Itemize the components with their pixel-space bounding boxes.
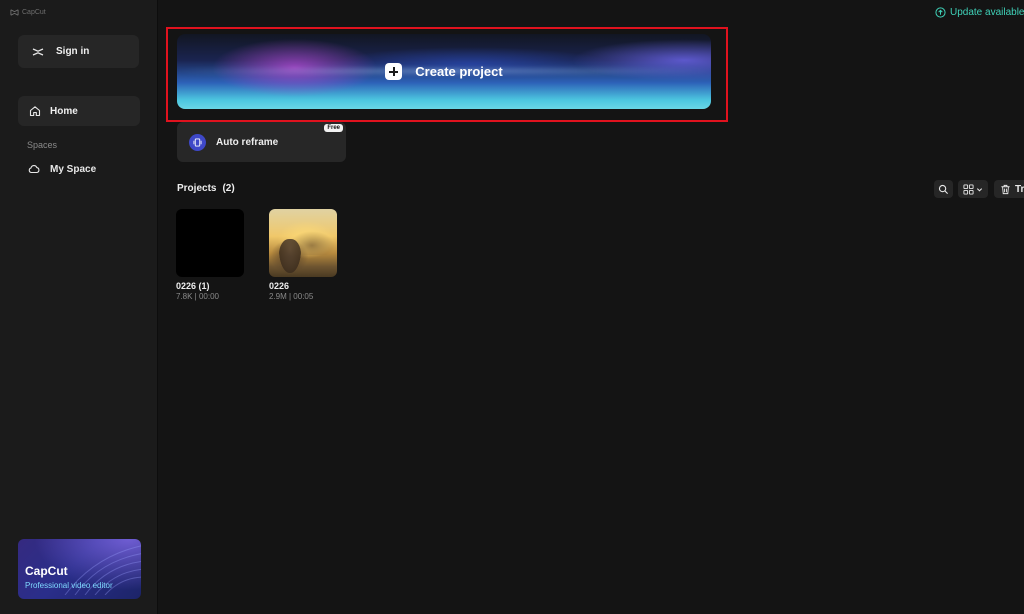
spaces-heading: Spaces [27, 140, 58, 150]
trash-button[interactable]: Tr [994, 180, 1024, 198]
reframe-icon [189, 133, 206, 151]
app-title: CapCut [22, 9, 46, 16]
chevron-down-icon [976, 187, 983, 192]
search-icon [938, 184, 949, 194]
grid-view-icon [963, 183, 974, 195]
promo-card[interactable]: CapCut Professional video editor [18, 539, 141, 599]
thumbnail-figure [279, 239, 301, 273]
search-button[interactable] [934, 180, 953, 198]
update-icon [935, 7, 946, 18]
projects-heading: Projects (2) [177, 183, 235, 194]
project-card[interactable]: 0226 2.9M | 00:05 [269, 209, 339, 301]
cloud-icon [28, 165, 40, 174]
project-meta: 7.8K | 00:00 [176, 292, 219, 301]
sidebar-item-label: My Space [50, 163, 97, 175]
projects-title: Projects [177, 183, 217, 194]
project-name: 0226 (1) [176, 281, 210, 291]
auto-reframe-label: Auto reframe [216, 136, 279, 148]
project-name: 0226 [269, 281, 290, 291]
promo-title: CapCut [25, 564, 68, 578]
create-project-label: Create project [415, 64, 503, 79]
sidebar-item-label: Home [50, 105, 78, 117]
view-mode-button[interactable] [958, 180, 988, 198]
capcut-logo-icon [10, 9, 19, 16]
plus-icon [385, 63, 403, 80]
sidebar-item-my-space[interactable]: My Space [18, 158, 140, 180]
auto-reframe-button[interactable]: Auto reframe Free [177, 122, 346, 162]
sidebar: CapCut Sign in Home Spaces My Space CapC… [0, 0, 158, 614]
reframe-glyph [193, 137, 202, 147]
sign-in-button[interactable]: Sign in [18, 35, 139, 68]
create-project-button[interactable]: Create project [177, 34, 711, 109]
project-card[interactable]: 0226 (1) 7.8K | 00:00 [176, 209, 246, 301]
free-badge: Free [324, 124, 343, 132]
trash-icon [1001, 184, 1010, 194]
projects-count: (2) [222, 183, 235, 194]
home-icon [29, 106, 41, 117]
project-thumbnail[interactable] [176, 209, 244, 277]
capcut-icon [32, 47, 44, 56]
project-thumbnail[interactable] [269, 209, 337, 277]
update-label: Update available [950, 7, 1024, 18]
project-meta: 2.9M | 00:05 [269, 292, 314, 301]
sign-in-label: Sign in [56, 46, 90, 57]
sidebar-item-home[interactable]: Home [18, 96, 140, 126]
app-logo: CapCut [10, 8, 46, 17]
update-available-link[interactable]: Update available [935, 7, 1024, 18]
promo-subtitle: Professional video editor [25, 581, 113, 590]
trash-label: Tr [1015, 183, 1024, 195]
